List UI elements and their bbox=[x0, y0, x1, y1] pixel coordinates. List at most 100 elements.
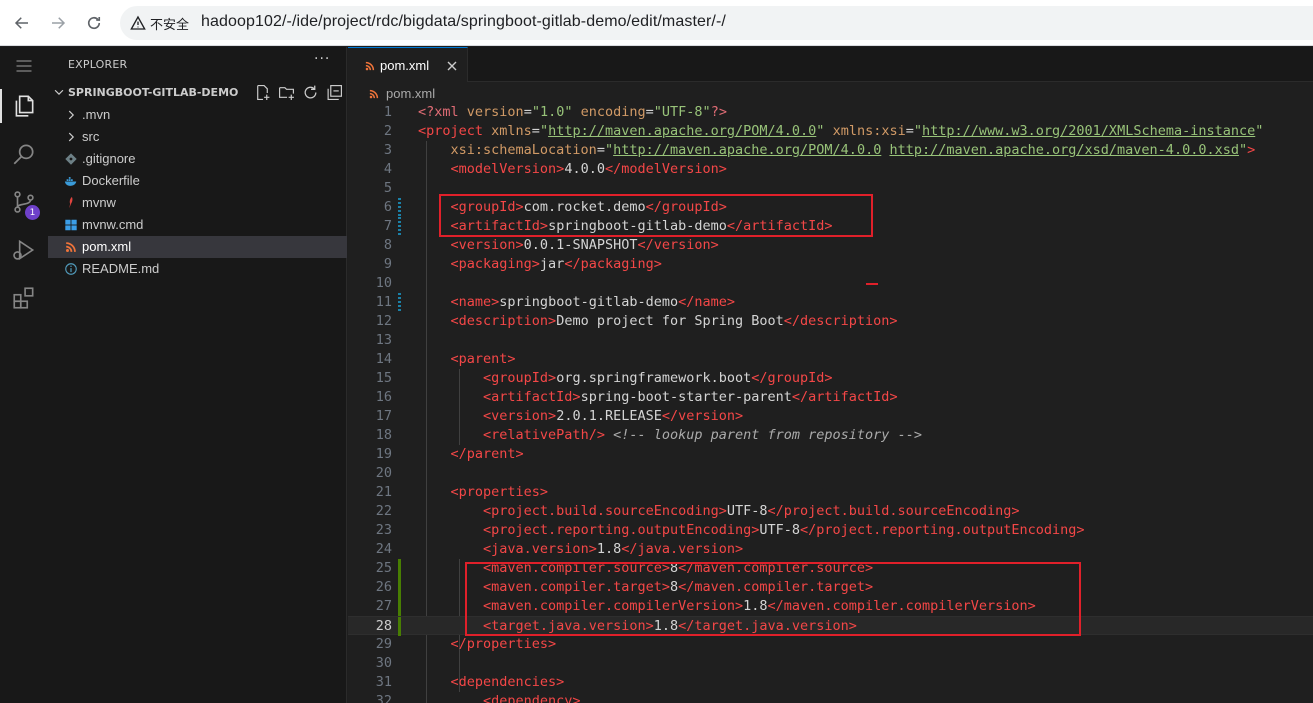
url-text[interactable]: hadoop102/-/ide/project/rdc/bigdata/spri… bbox=[201, 13, 726, 31]
line-number: 19 bbox=[375, 446, 392, 462]
code-line[interactable]: 17 <version>2.0.1.RELEASE</version> bbox=[348, 407, 1313, 426]
tree-item-mvn[interactable]: .mvn bbox=[48, 104, 347, 126]
tab-pom-xml[interactable]: pom.xml bbox=[348, 47, 468, 82]
tree-item-dockerfile[interactable]: Dockerfile bbox=[48, 170, 347, 192]
more-actions-button[interactable]: ··· bbox=[314, 51, 330, 67]
code-token: <description> bbox=[450, 313, 557, 329]
code-line[interactable]: 12 <description>Demo project for Spring … bbox=[348, 312, 1313, 331]
chevron-right-icon bbox=[64, 130, 78, 144]
code-token: " bbox=[816, 123, 833, 139]
code-line[interactable]: 18 <relativePath/> <!-- lookup parent fr… bbox=[348, 426, 1313, 445]
line-number: 9 bbox=[383, 256, 392, 272]
extensions-icon bbox=[13, 287, 34, 309]
code-line[interactable]: 14 <parent> bbox=[348, 350, 1313, 369]
line-number: 12 bbox=[375, 313, 392, 329]
code-token: <groupId> bbox=[483, 370, 557, 386]
hamburger-menu-icon bbox=[16, 60, 32, 72]
line-number: 16 bbox=[375, 389, 392, 405]
collapse-all-icon[interactable] bbox=[326, 84, 343, 101]
tree-item-gitignore[interactable]: .gitignore bbox=[48, 148, 347, 170]
code-token: UTF-8 bbox=[759, 522, 801, 538]
code-token: <project.build.sourceEncoding> bbox=[483, 503, 727, 519]
code-line[interactable]: 10 bbox=[348, 274, 1313, 293]
menu-button[interactable] bbox=[0, 47, 48, 85]
code-line[interactable]: 21 <properties> bbox=[348, 483, 1313, 502]
code-line[interactable]: 4 <modelVersion>4.0.0</modelVersion> bbox=[348, 160, 1313, 179]
forward-button[interactable] bbox=[44, 9, 72, 37]
code-token: </groupId> bbox=[751, 370, 833, 386]
code-token: UTF-8 bbox=[726, 503, 768, 519]
code-line[interactable]: 20 bbox=[348, 464, 1313, 483]
new-file-icon[interactable] bbox=[254, 84, 271, 101]
breadcrumb: pom.xml bbox=[348, 83, 1313, 105]
line-number: 31 bbox=[375, 674, 392, 690]
code-line[interactable]: 16 <artifactId>spring-boot-starter-paren… bbox=[348, 388, 1313, 407]
code-line[interactable]: 23 <project.reporting.outputEncoding>UTF… bbox=[348, 521, 1313, 540]
code-text: <packaging>jar</packaging> bbox=[418, 255, 662, 274]
code-token: = bbox=[531, 123, 540, 139]
code-token: 0.0.1-SNAPSHOT bbox=[523, 237, 638, 253]
line-number: 21 bbox=[375, 484, 392, 500]
explorer-sidebar: EXPLORER ··· SPRINGBOOT-GITLAB-DEMO .mvn… bbox=[48, 47, 347, 703]
code-text: <java.version>1.8</java.version> bbox=[418, 540, 743, 559]
security-indicator[interactable]: 不安全 bbox=[126, 10, 195, 36]
code-token: xmlns:xsi bbox=[832, 123, 906, 139]
code-token: = bbox=[523, 104, 532, 120]
search-view-button[interactable] bbox=[0, 131, 48, 177]
code-line[interactable]: 13 bbox=[348, 331, 1313, 350]
code-line[interactable]: 1 <?xml version="1.0" encoding="UTF-8"?> bbox=[348, 103, 1313, 122]
code-token: http://maven.apache.org/POM/4.0.0 bbox=[613, 142, 882, 158]
tree-item-mvnw[interactable]: mvnw bbox=[48, 192, 347, 214]
code-token: <relativePath/> bbox=[483, 427, 605, 443]
back-button[interactable] bbox=[8, 9, 36, 37]
code-line[interactable]: 9 <packaging>jar</packaging> bbox=[348, 255, 1313, 274]
code-line[interactable]: 31 <dependencies> bbox=[348, 673, 1313, 692]
code-text: <dependency> bbox=[418, 692, 581, 703]
code-token: <java.version> bbox=[483, 541, 597, 557]
code-line[interactable]: 11 <name>springboot-gitlab-demo</name> bbox=[348, 293, 1313, 312]
extensions-view-button[interactable] bbox=[0, 275, 48, 321]
new-folder-icon[interactable] bbox=[278, 84, 295, 101]
code-line[interactable]: 24 <java.version>1.8</java.version> bbox=[348, 540, 1313, 559]
line-number: 23 bbox=[375, 522, 392, 538]
run-debug-view-button[interactable] bbox=[0, 227, 48, 273]
code-text: <project.reporting.outputEncoding>UTF-8<… bbox=[418, 521, 1084, 540]
reload-button[interactable] bbox=[80, 9, 108, 37]
tree-item-pom-xml[interactable]: pom.xml bbox=[48, 236, 347, 258]
line-number: 30 bbox=[375, 655, 392, 671]
source-control-view-button[interactable]: 1 bbox=[0, 179, 48, 225]
code-line[interactable]: 15 <groupId>org.springframework.boot</gr… bbox=[348, 369, 1313, 388]
code-line[interactable]: 32 <dependency> bbox=[348, 692, 1313, 703]
code-token: <dependency> bbox=[483, 693, 581, 703]
rss-icon bbox=[369, 89, 379, 99]
tree-item-src[interactable]: src bbox=[48, 126, 347, 148]
folder-header[interactable]: SPRINGBOOT-GITLAB-DEMO bbox=[48, 82, 347, 104]
code-token: </project.build.sourceEncoding> bbox=[767, 503, 1020, 519]
tree-item-readme[interactable]: README.md bbox=[48, 258, 347, 280]
code-token: <?xml bbox=[418, 104, 467, 120]
code-line[interactable]: 29 </properties> bbox=[348, 635, 1313, 654]
run-debug-icon bbox=[13, 239, 35, 261]
code-line[interactable]: 8 <version>0.0.1-SNAPSHOT</version> bbox=[348, 236, 1313, 255]
address-bar[interactable]: 不安全 hadoop102/-/ide/project/rdc/bigdata/… bbox=[120, 6, 1313, 40]
explorer-view-button[interactable] bbox=[0, 83, 48, 129]
code-line[interactable]: 3 xsi:schemaLocation="http://maven.apach… bbox=[348, 141, 1313, 160]
line-number: 10 bbox=[375, 275, 392, 291]
close-icon[interactable] bbox=[444, 58, 460, 74]
code-line[interactable]: 2 <project xmlns="http://maven.apache.org… bbox=[348, 122, 1313, 141]
code-line[interactable]: 22 <project.build.sourceEncoding>UTF-8</… bbox=[348, 502, 1313, 521]
code-text: <relativePath/> <!-- lookup parent from … bbox=[418, 426, 922, 445]
reload-icon bbox=[87, 16, 101, 30]
gutter-added-marker bbox=[398, 578, 401, 597]
refresh-icon[interactable] bbox=[302, 84, 319, 101]
tree-item-label: mvnw.cmd bbox=[82, 217, 144, 232]
breadcrumb-item[interactable]: pom.xml bbox=[386, 86, 435, 101]
code-line[interactable]: 30 bbox=[348, 654, 1313, 673]
code-line[interactable]: 19 </parent> bbox=[348, 445, 1313, 464]
tree-item-mvnw-cmd[interactable]: mvnw.cmd bbox=[48, 214, 347, 236]
